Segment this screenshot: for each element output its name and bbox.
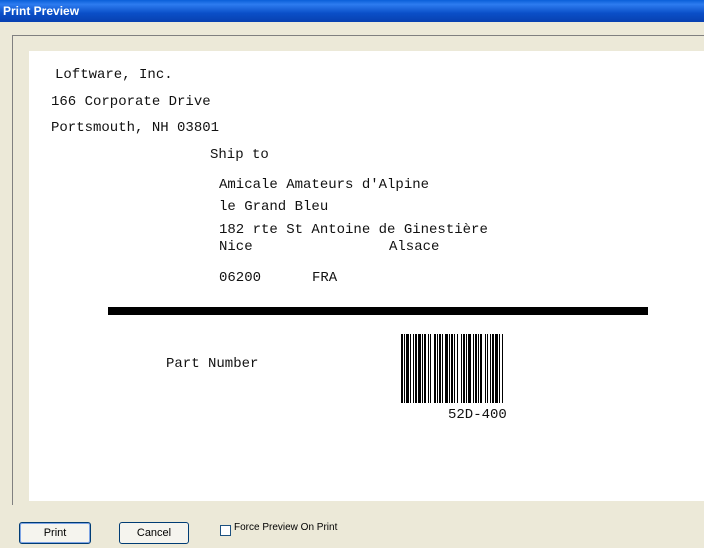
from-line-city: Portsmouth, NH 03801 — [51, 120, 220, 136]
barcode-bar — [499, 334, 500, 403]
barcode-bar — [410, 334, 411, 403]
to-postal-code: 06200 — [219, 270, 262, 286]
force-preview-label[interactable]: Force Preview On Print — [234, 522, 337, 533]
barcode-bar — [461, 334, 462, 403]
barcode-bar — [418, 334, 421, 403]
to-line-street: 182 rte St Antoine de Ginestière — [219, 222, 488, 238]
to-region: Alsace — [389, 239, 440, 255]
barcode-bar — [475, 334, 477, 403]
to-line-building: le Grand Bleu — [219, 199, 329, 215]
barcode-bar — [430, 334, 431, 403]
barcode-bar — [404, 334, 405, 403]
ship-to-label: Ship to — [210, 147, 269, 163]
window-title: Print Preview — [3, 4, 80, 18]
barcode-bar — [439, 334, 441, 403]
barcode-bar — [468, 334, 471, 403]
preview-paper — [29, 51, 704, 501]
barcode-bar — [454, 334, 455, 403]
barcode-bar — [480, 334, 482, 403]
barcode-bar — [457, 334, 458, 403]
barcode-bar — [485, 334, 486, 403]
to-country: FRA — [312, 270, 338, 286]
barcode-text: 52D-400 — [448, 407, 507, 423]
separator-rule — [108, 307, 648, 315]
barcode-bar — [490, 334, 491, 403]
to-city: Nice — [219, 239, 253, 255]
barcode-bar — [466, 334, 467, 403]
barcode-bar — [487, 334, 488, 403]
barcode-bar — [463, 334, 465, 403]
window-titlebar[interactable]: Print Preview — [0, 0, 704, 22]
barcode-bar — [413, 334, 414, 403]
barcode-bar — [437, 334, 438, 403]
from-line-company: Loftware, Inc. — [55, 67, 173, 83]
barcode-bar — [502, 334, 503, 403]
barcode-bar — [451, 334, 453, 403]
barcode-bar — [449, 334, 450, 403]
barcode-bar — [422, 334, 423, 403]
barcode-bar — [442, 334, 443, 403]
force-preview-checkbox[interactable] — [220, 525, 231, 536]
barcode-bar — [473, 334, 474, 403]
barcode-bar — [415, 334, 417, 403]
print-button[interactable]: Print — [19, 522, 91, 544]
to-line-name: Amicale Amateurs d'Alpine — [219, 177, 430, 193]
cancel-button[interactable]: Cancel — [119, 522, 189, 544]
barcode-bar — [492, 334, 494, 403]
barcode-bar — [401, 334, 403, 403]
barcode-bar — [434, 334, 436, 403]
barcode-bar — [478, 334, 479, 403]
from-line-street: 166 Corporate Drive — [51, 94, 211, 110]
barcode-bar — [445, 334, 448, 403]
barcode-bar — [424, 334, 426, 403]
barcode-image — [401, 334, 503, 403]
barcode-bar — [495, 334, 498, 403]
part-number-label: Part Number — [166, 356, 259, 372]
barcode-bar — [406, 334, 409, 403]
barcode-bar — [428, 334, 429, 403]
